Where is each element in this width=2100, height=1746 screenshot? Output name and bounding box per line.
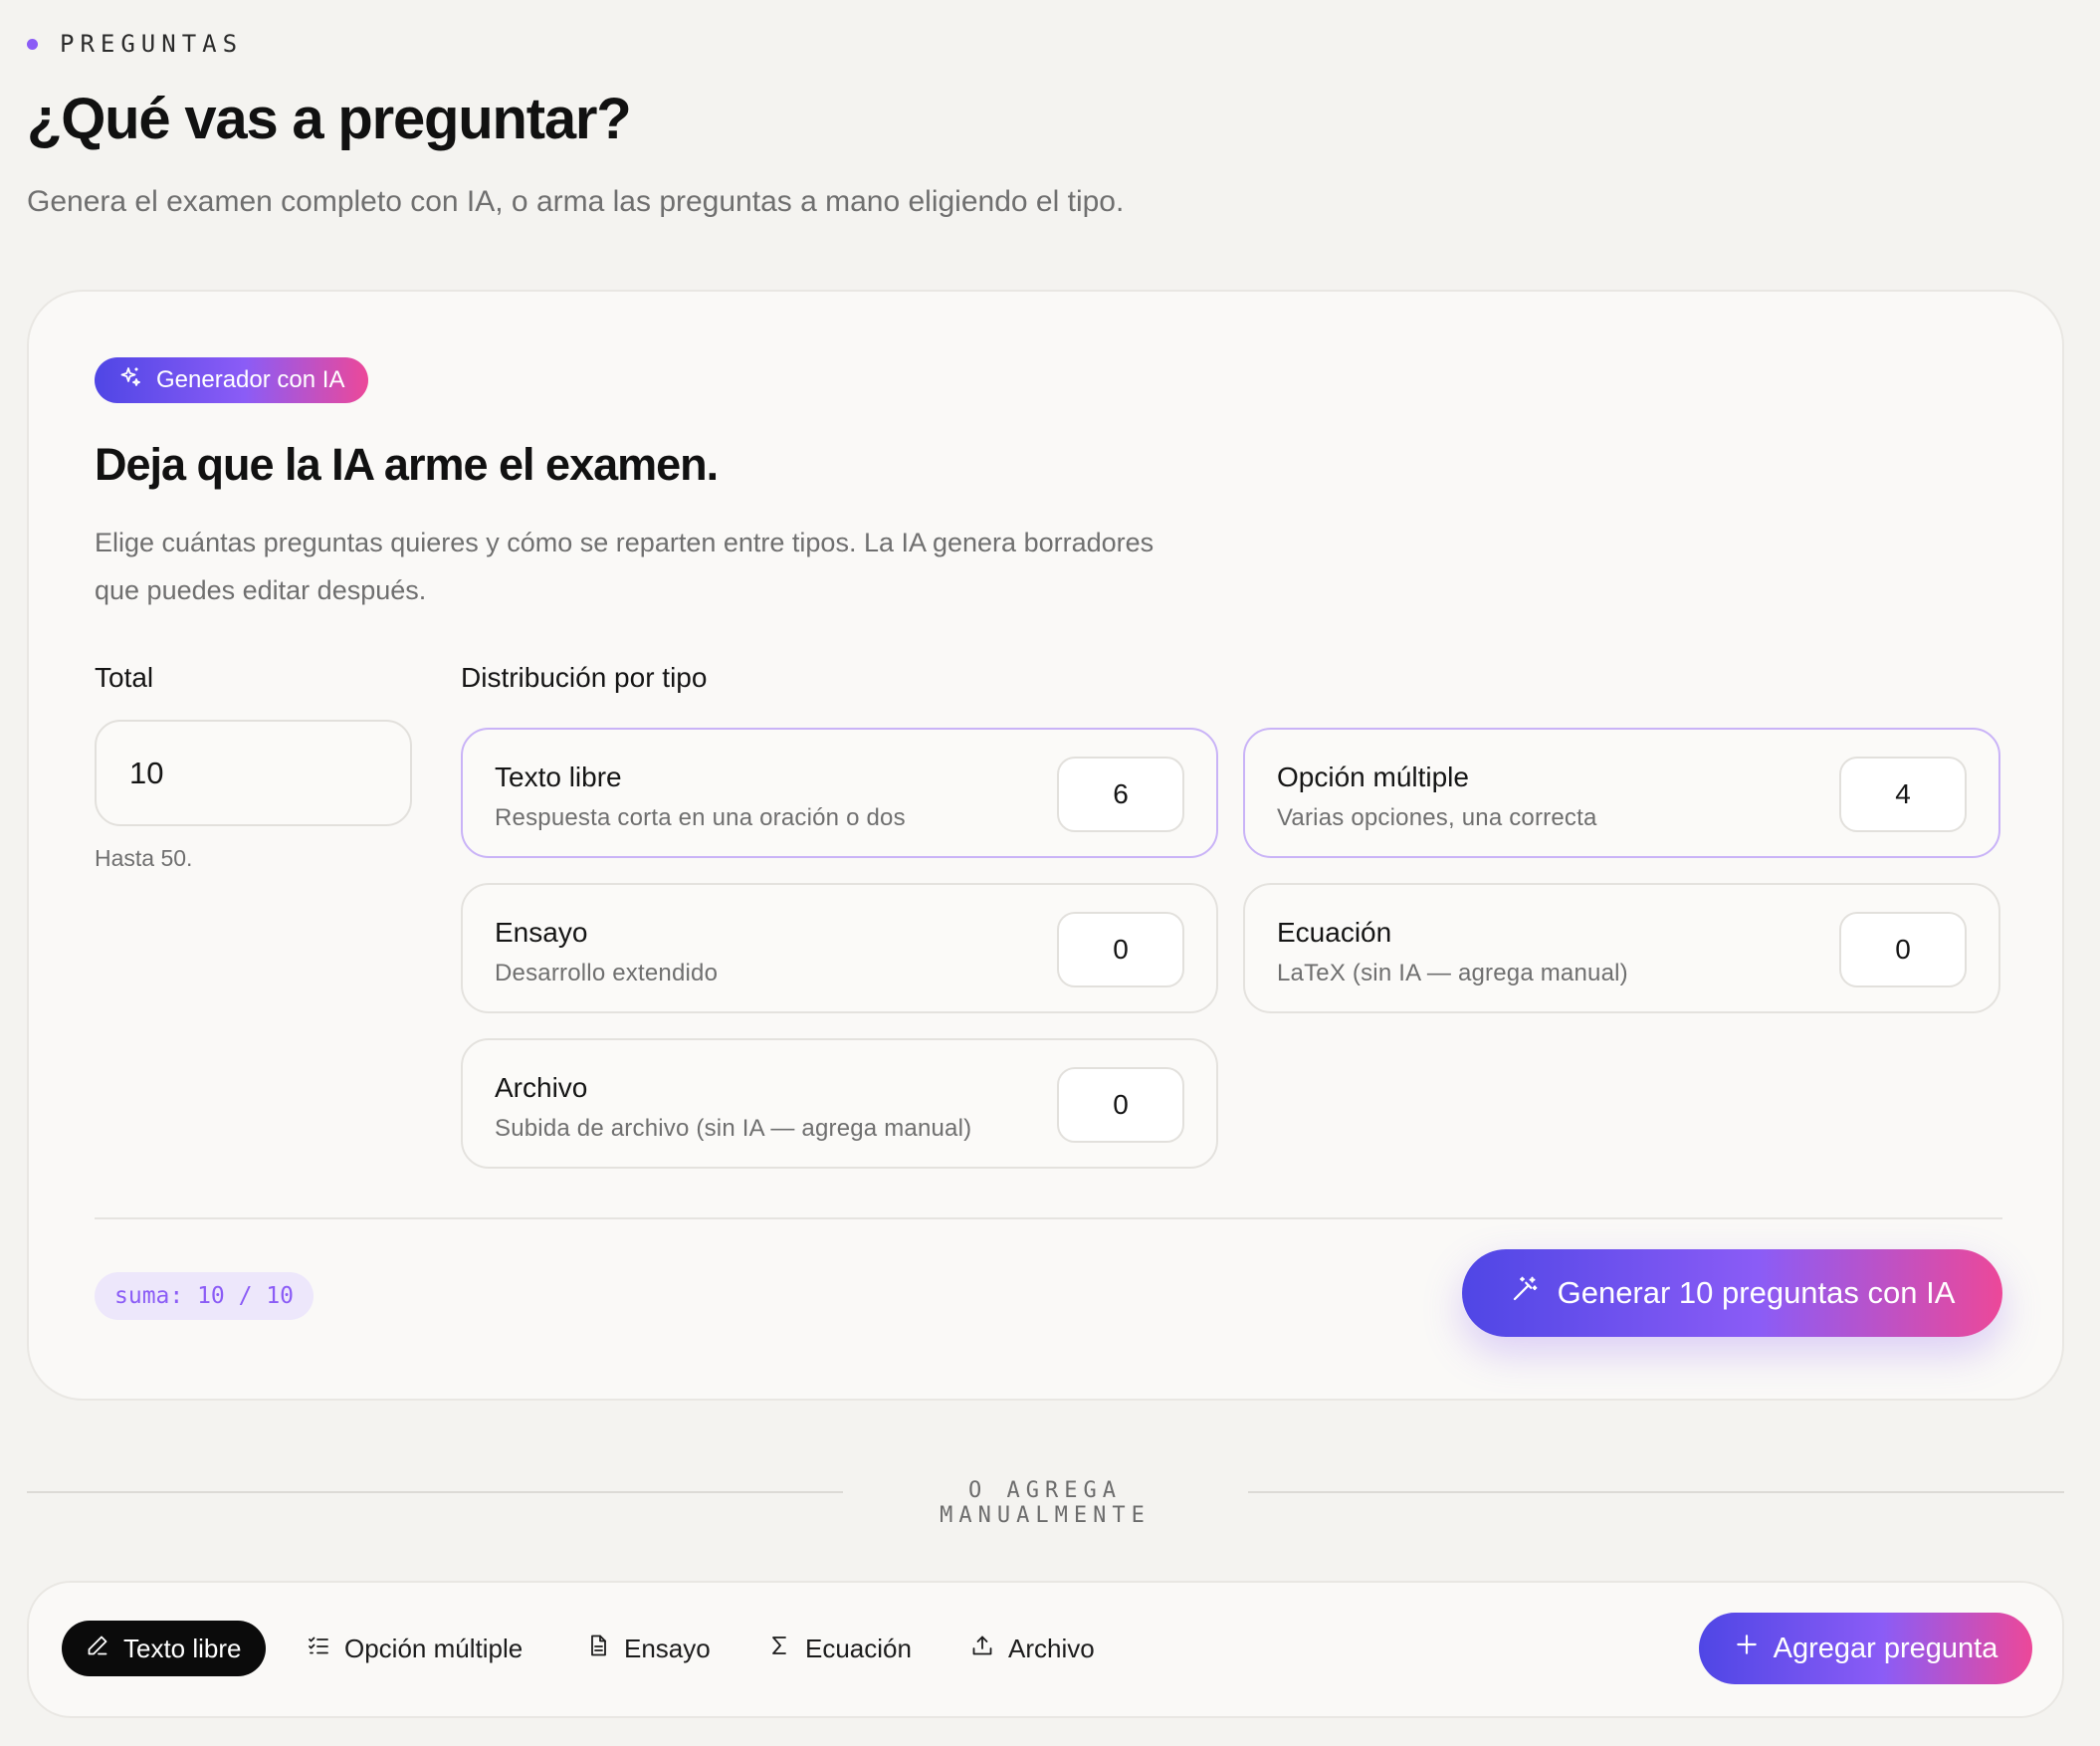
document-icon (586, 1634, 610, 1664)
distribution-label: Distribución por tipo (461, 662, 708, 693)
manual-type-ensayo[interactable]: Ensayo (562, 1621, 735, 1676)
add-question-button[interactable]: Agregar pregunta (1699, 1613, 2032, 1684)
type-count-input[interactable]: 4 (1839, 757, 1967, 832)
type-description: Subida de archivo (sin IA — agrega manua… (495, 1115, 972, 1142)
type-name: Ensayo (495, 917, 588, 948)
magic-wand-icon (1510, 1274, 1540, 1312)
pencil-icon (86, 1634, 109, 1664)
manual-type-label: Texto libre (123, 1633, 242, 1663)
manual-type-texto-libre[interactable]: Texto libre (62, 1621, 266, 1676)
total-questions-value: 10 (129, 755, 164, 790)
generate-with-ai-button[interactable]: Generar 10 preguntas con IA (1462, 1249, 2002, 1337)
manual-type-archivo[interactable]: Archivo (946, 1621, 1119, 1676)
checklist-icon (307, 1634, 330, 1664)
page-title: ¿Qué vas a preguntar? (27, 87, 632, 151)
sigma-icon (767, 1634, 791, 1664)
total-questions-input[interactable]: 10 (95, 720, 412, 826)
sum-badge: suma: 10 / 10 (95, 1272, 315, 1320)
total-hint: Hasta 50. (95, 845, 193, 871)
type-count-input[interactable]: 6 (1057, 757, 1184, 832)
type-card-texto-libre[interactable]: Texto libre Respuesta corta en una oraci… (461, 728, 1218, 858)
type-name: Archivo (495, 1072, 588, 1103)
type-card-ecuacion[interactable]: Ecuación LaTeX (sin IA — agrega manual) … (1243, 883, 2000, 1013)
ai-generator-card: Generador con IA Deja que la IA arme el … (27, 290, 2064, 1401)
eyebrow-label: PREGUNTAS (60, 30, 244, 58)
generator-title: Deja que la IA arme el examen. (95, 439, 719, 490)
type-count-input[interactable]: 0 (1057, 912, 1184, 987)
generator-description-line-2: que puedes editar después. (95, 575, 427, 605)
manual-type-label: Ecuación (805, 1633, 912, 1663)
plus-icon (1734, 1632, 1760, 1665)
type-count-input[interactable]: 0 (1839, 912, 1967, 987)
separator-line-right (1248, 1491, 2064, 1493)
generator-divider (95, 1217, 2002, 1219)
type-count-input[interactable]: 0 (1057, 1067, 1184, 1143)
page-subtitle: Genera el examen completo con IA, o arma… (27, 185, 1125, 218)
sparkles-icon (118, 365, 142, 396)
type-description: LaTeX (sin IA — agrega manual) (1277, 960, 1628, 986)
separator-line-left (27, 1491, 843, 1493)
type-description: Varias opciones, una correcta (1277, 804, 1597, 831)
manual-type-label: Opción múltiple (344, 1633, 524, 1663)
questions-page: PREGUNTAS ¿Qué vas a preguntar? Genera e… (0, 0, 2100, 1746)
upload-icon (970, 1634, 994, 1664)
manual-type-label: Ensayo (624, 1633, 711, 1663)
type-card-ensayo[interactable]: Ensayo Desarrollo extendido 0 (461, 883, 1218, 1013)
total-label: Total (95, 662, 154, 693)
add-question-label: Agregar pregunta (1773, 1632, 1998, 1664)
type-name: Texto libre (495, 762, 622, 792)
manual-type-ecuacion[interactable]: Ecuación (743, 1621, 936, 1676)
manual-separator-label: O AGREGA MANUALMENTE (940, 1478, 1151, 1528)
type-card-opcion-multiple[interactable]: Opción múltiple Varias opciones, una cor… (1243, 728, 2000, 858)
type-name: Ecuación (1277, 917, 1392, 948)
generator-description: Elige cuántas preguntas quieres y cómo s… (95, 519, 1289, 614)
generator-description-line-1: Elige cuántas preguntas quieres y cómo s… (95, 528, 1155, 557)
type-card-archivo[interactable]: Archivo Subida de archivo (sin IA — agre… (461, 1038, 1218, 1169)
manual-add-bar: Texto libre Opción múltiple Ensayo Ecuac… (27, 1581, 2064, 1718)
ai-generator-badge: Generador con IA (95, 357, 369, 403)
manual-type-opcion-multiple[interactable]: Opción múltiple (283, 1621, 546, 1676)
type-description: Desarrollo extendido (495, 960, 719, 986)
generate-button-label: Generar 10 preguntas con IA (1557, 1275, 1956, 1310)
type-description: Respuesta corta en una oración o dos (495, 804, 906, 831)
ai-generator-badge-label: Generador con IA (156, 366, 345, 393)
manual-type-label: Archivo (1008, 1633, 1095, 1663)
type-name: Opción múltiple (1277, 762, 1469, 792)
section-eyebrow: PREGUNTAS (27, 30, 243, 58)
eyebrow-dot (27, 38, 38, 50)
